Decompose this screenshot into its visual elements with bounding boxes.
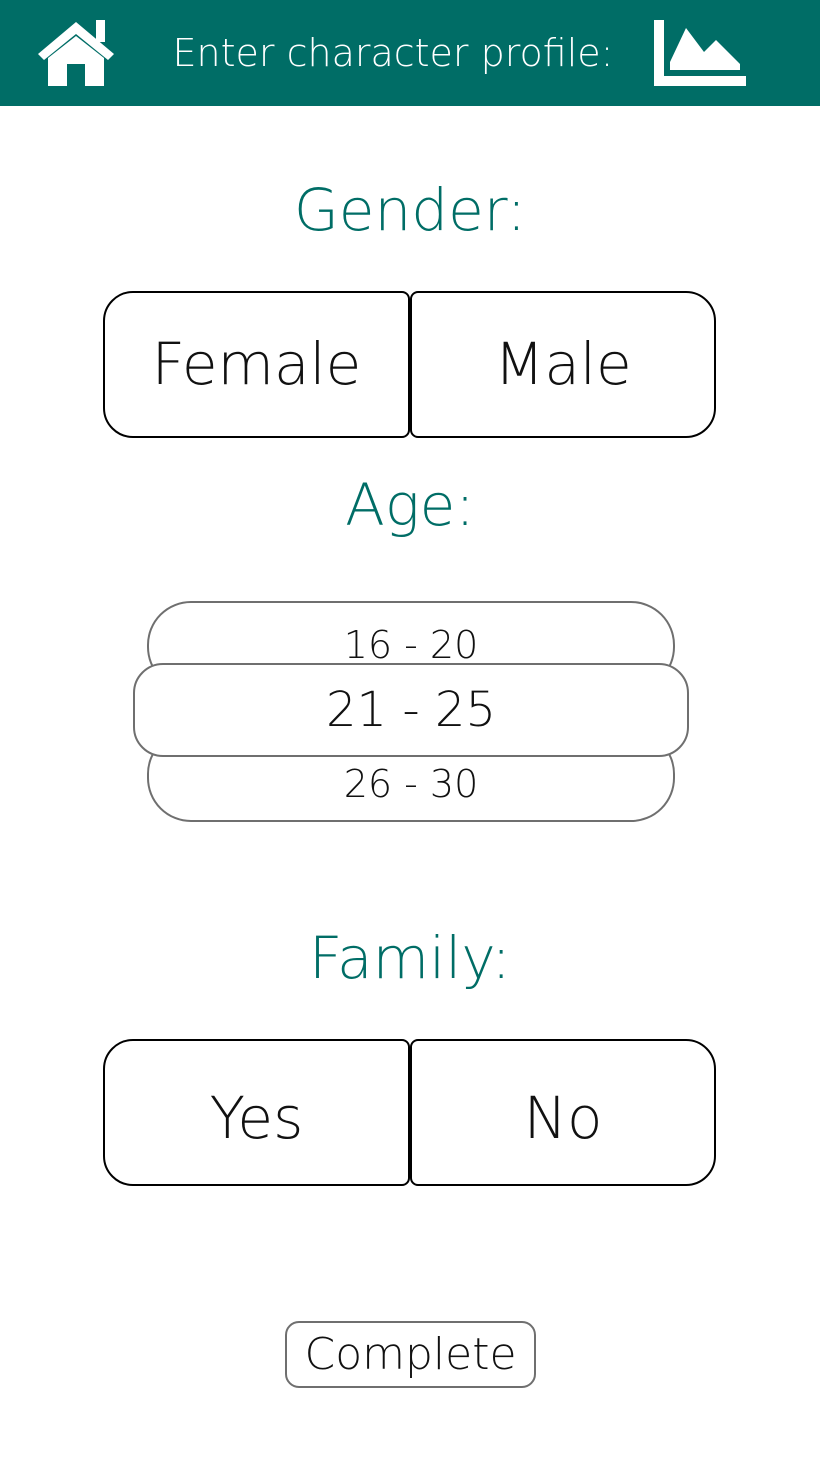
gender-female-label: Female xyxy=(151,330,362,398)
gender-male-button[interactable]: Male xyxy=(410,291,716,438)
gender-male-label: Male xyxy=(494,330,632,398)
age-label: Age: xyxy=(345,471,475,539)
age-option-label: 26 - 30 xyxy=(343,762,479,806)
family-no-button[interactable]: No xyxy=(410,1039,716,1186)
area-chart-icon xyxy=(654,20,746,86)
gender-female-button[interactable]: Female xyxy=(103,291,410,438)
age-option-selected[interactable]: 21 - 25 xyxy=(133,663,689,757)
family-yes-button[interactable]: Yes xyxy=(103,1039,410,1186)
complete-label: Complete xyxy=(304,1329,517,1380)
family-label: Family: xyxy=(309,924,511,992)
page-title: Enter character profile: xyxy=(172,31,614,75)
complete-button[interactable]: Complete xyxy=(285,1321,536,1388)
top-bar: Enter character profile: xyxy=(0,0,820,106)
age-selected-label: 21 - 25 xyxy=(326,682,496,738)
chart-button[interactable] xyxy=(652,18,748,90)
family-no-label: No xyxy=(523,1084,603,1152)
home-icon xyxy=(38,20,114,86)
family-yes-label: Yes xyxy=(209,1084,304,1152)
gender-label: Gender: xyxy=(293,176,527,244)
home-button[interactable] xyxy=(30,16,122,90)
age-option-label: 16 - 20 xyxy=(343,623,479,667)
